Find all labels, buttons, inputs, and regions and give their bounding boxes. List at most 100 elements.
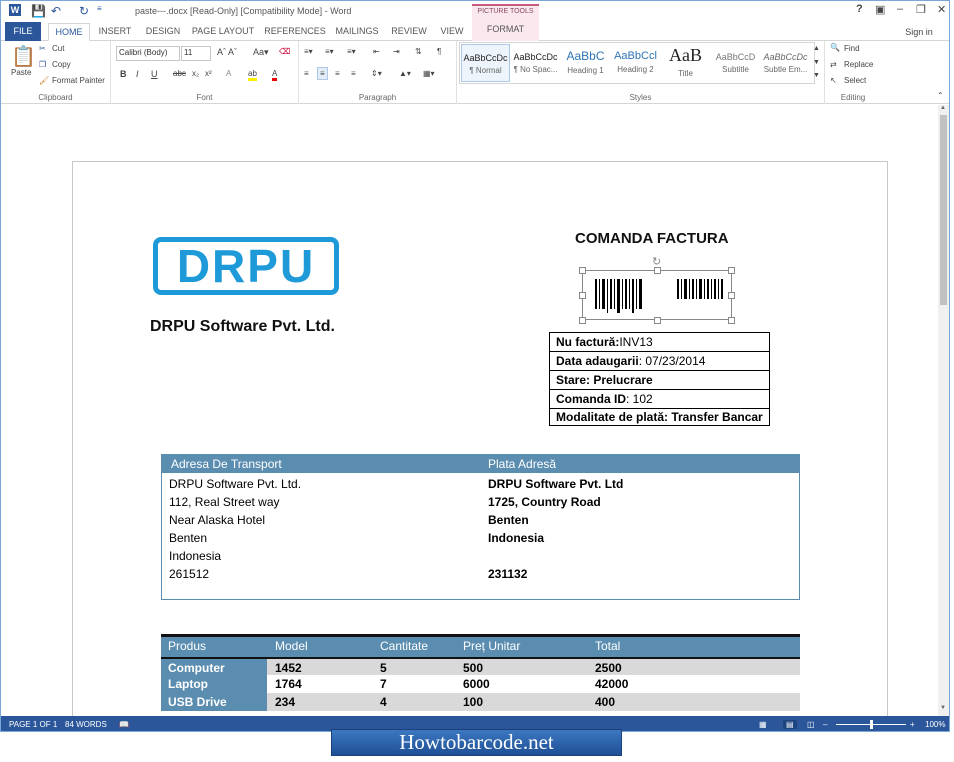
style-preview: AaB: [669, 45, 702, 65]
find-button[interactable]: Find: [844, 44, 860, 53]
tab-design[interactable]: DESIGN: [141, 23, 185, 41]
justify-icon[interactable]: ≡: [351, 69, 356, 78]
change-case-icon[interactable]: Aa▾: [253, 47, 269, 58]
zoom-in-icon[interactable]: +: [910, 720, 915, 729]
strikethrough-icon[interactable]: abc: [173, 69, 186, 78]
align-left-icon[interactable]: ≡: [304, 69, 309, 78]
style-heading-2[interactable]: AaBbCcl Heading 2: [611, 44, 660, 82]
align-center-icon[interactable]: ≡: [317, 67, 328, 80]
style-title[interactable]: AaB Title: [661, 44, 710, 82]
grow-font-icon[interactable]: Aˆ Aˇ: [217, 47, 237, 57]
resize-handle[interactable]: [654, 267, 661, 274]
underline-icon[interactable]: U: [151, 69, 158, 79]
increase-indent-icon[interactable]: ⇥: [393, 47, 400, 56]
tab-review[interactable]: REVIEW: [388, 23, 430, 41]
zoom-slider-thumb[interactable]: [870, 720, 873, 729]
help-icon[interactable]: ?: [856, 3, 863, 15]
tab-format[interactable]: FORMAT: [472, 24, 539, 34]
styles-scroll-down-icon[interactable]: ▼: [813, 59, 820, 66]
undo-icon[interactable]: ↶: [51, 4, 61, 18]
page-count[interactable]: PAGE 1 OF 1: [9, 720, 57, 729]
text-effects-icon[interactable]: A: [226, 69, 231, 78]
sort-icon[interactable]: ⇅: [415, 47, 422, 56]
style-subtle-emphasis[interactable]: AaBbCcDc Subtle Em...: [761, 44, 810, 82]
minimize-icon[interactable]: –: [897, 3, 903, 15]
replace-icon[interactable]: ⇄: [830, 60, 837, 69]
decrease-indent-icon[interactable]: ⇤: [373, 47, 380, 56]
print-layout-icon[interactable]: ▤: [783, 720, 797, 729]
styles-scroll-up-icon[interactable]: ▲: [813, 45, 820, 52]
customize-qat-icon[interactable]: ≡: [97, 4, 102, 13]
font-color-icon[interactable]: A: [272, 69, 278, 81]
italic-icon[interactable]: I: [136, 69, 139, 79]
cut-button[interactable]: Cut: [52, 44, 64, 53]
sign-in-link[interactable]: Sign in: [897, 24, 941, 42]
ribbon-display-icon[interactable]: ▣: [875, 3, 885, 16]
copy-button[interactable]: Copy: [52, 60, 71, 69]
font-name-select[interactable]: Calibri (Body): [116, 46, 180, 61]
font-size-select[interactable]: 11: [181, 46, 211, 61]
tab-home[interactable]: HOME: [48, 23, 90, 41]
web-layout-icon[interactable]: ◫: [807, 720, 815, 729]
select-button[interactable]: Select: [844, 76, 866, 85]
restore-icon[interactable]: ❐: [916, 3, 926, 16]
clear-format-icon[interactable]: ⌫: [279, 47, 290, 56]
resize-handle[interactable]: [728, 292, 735, 299]
redo-icon[interactable]: ↻: [79, 4, 89, 18]
format-painter-button[interactable]: Format Painter: [52, 76, 105, 85]
tab-references[interactable]: REFERENCES: [263, 23, 327, 41]
copy-icon[interactable]: ❐: [39, 60, 46, 69]
bold-icon[interactable]: B: [120, 69, 127, 79]
superscript-icon[interactable]: x²: [205, 69, 212, 78]
collapse-ribbon-icon[interactable]: ⌃: [937, 91, 944, 100]
tab-mailings[interactable]: MAILINGS: [331, 23, 383, 41]
tab-file[interactable]: FILE: [5, 22, 41, 41]
scroll-down-icon[interactable]: ▼: [940, 705, 946, 711]
numbering-icon[interactable]: ≡▾: [325, 47, 334, 56]
select-icon[interactable]: ↖: [830, 76, 837, 85]
paste-button[interactable]: Paste: [11, 68, 31, 77]
format-painter-icon[interactable]: 🖌: [39, 76, 49, 85]
resize-handle[interactable]: [728, 267, 735, 274]
style-subtitle[interactable]: AaBbCcD Subtitle: [711, 44, 760, 82]
picture-tools-tab[interactable]: PICTURE TOOLS FORMAT: [472, 4, 539, 41]
close-icon[interactable]: ✕: [937, 3, 946, 16]
bullets-icon[interactable]: ≡▾: [304, 47, 313, 56]
style-normal[interactable]: AaBbCcDc ¶ Normal: [461, 44, 510, 82]
styles-more-icon[interactable]: ▼: [813, 72, 820, 79]
line-spacing-icon[interactable]: ⇕▾: [371, 69, 382, 78]
vertical-scrollbar[interactable]: ▲ ▼: [938, 105, 949, 716]
resize-handle[interactable]: [654, 317, 661, 324]
proofing-icon[interactable]: 📖: [119, 720, 129, 729]
borders-icon[interactable]: ▦▾: [423, 69, 435, 78]
resize-handle[interactable]: [579, 267, 586, 274]
scroll-up-icon[interactable]: ▲: [940, 105, 946, 111]
tab-insert[interactable]: INSERT: [94, 23, 136, 41]
resize-handle[interactable]: [579, 317, 586, 324]
align-right-icon[interactable]: ≡: [335, 69, 340, 78]
find-icon[interactable]: 🔍: [830, 43, 840, 52]
zoom-level[interactable]: 100%: [925, 720, 945, 729]
tab-page-layout[interactable]: PAGE LAYOUT: [190, 23, 256, 41]
style-heading-1[interactable]: AaBbC Heading 1: [561, 44, 610, 82]
scrollbar-thumb[interactable]: [940, 115, 947, 305]
resize-handle[interactable]: [579, 292, 586, 299]
tab-view[interactable]: VIEW: [435, 23, 469, 41]
rotate-handle-icon[interactable]: ↻: [652, 255, 661, 268]
document-page[interactable]: DRPU DRPU Software Pvt. Ltd. COMANDA FAC…: [72, 161, 888, 731]
style-no-spacing[interactable]: AaBbCcDc ¶ No Spac...: [511, 44, 560, 82]
subscript-icon[interactable]: x₂: [192, 69, 199, 78]
read-mode-icon[interactable]: ▦: [759, 720, 767, 729]
resize-handle[interactable]: [728, 317, 735, 324]
zoom-out-icon[interactable]: –: [823, 720, 827, 729]
show-marks-icon[interactable]: ¶: [437, 47, 441, 56]
replace-button[interactable]: Replace: [844, 60, 873, 69]
word-count[interactable]: 84 WORDS: [65, 720, 107, 729]
multilevel-list-icon[interactable]: ≡▾: [347, 47, 356, 56]
save-icon[interactable]: 💾: [31, 4, 46, 18]
paste-icon[interactable]: 📋: [11, 44, 36, 69]
shading-icon[interactable]: ▲▾: [399, 69, 411, 78]
cut-icon[interactable]: ✂: [39, 44, 46, 53]
highlight-icon[interactable]: ab: [248, 69, 257, 81]
barcode-image[interactable]: ↻: [579, 256, 735, 324]
